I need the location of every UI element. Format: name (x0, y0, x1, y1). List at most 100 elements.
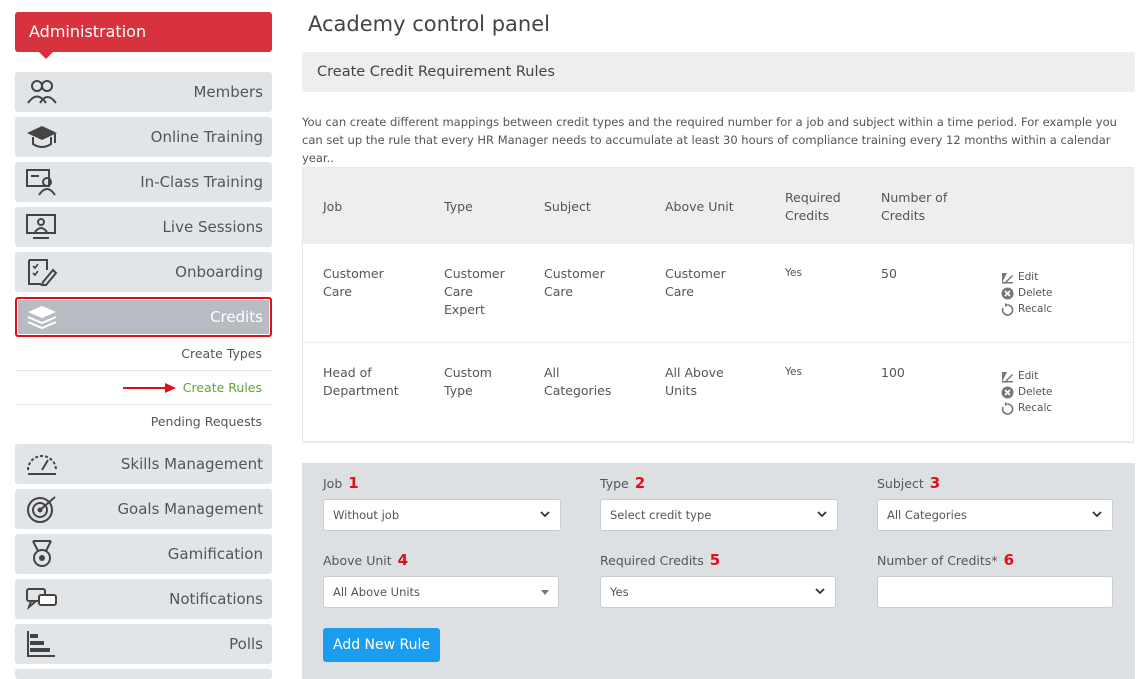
edit-icon (1002, 371, 1013, 383)
row-actions: Edit Delete Recalc (1001, 368, 1053, 416)
table-row: Head of Department Custom Type All Categ… (303, 343, 1133, 442)
sidebar-item-label: Credits (210, 308, 263, 326)
sidebar-item-label: Polls (229, 635, 263, 653)
sidebar-item-online-training[interactable]: Online Training (15, 117, 272, 157)
chevron-down-icon (540, 511, 550, 518)
section-title: Create Credit Requirement Rules (302, 52, 1135, 92)
annotation-number: 5 (709, 551, 721, 569)
sidebar-item-onboarding[interactable]: Onboarding (15, 252, 272, 292)
above-unit-select[interactable]: All Above Units (323, 576, 559, 608)
required-credits-select[interactable]: Yes (600, 576, 836, 608)
nav-list: Members Online Training In-Class Trainin… (15, 72, 272, 679)
subject-select[interactable]: All Categories (877, 499, 1113, 531)
cell-required: Yes (785, 267, 802, 279)
cell-above-unit: All Above Units (665, 364, 765, 400)
required-credits-label: Required Credits 5 (600, 550, 836, 570)
sidebar-item-label: Goals Management (117, 500, 263, 518)
label-text: Job (323, 476, 343, 491)
sidebar-item-members[interactable]: Members (15, 72, 272, 112)
delete-label: Delete (1018, 386, 1053, 398)
job-select[interactable]: Without job (323, 499, 561, 531)
submenu-create-rules[interactable]: Create Rules (15, 371, 272, 405)
cell-number: 50 (881, 266, 897, 281)
label-text: Number of Credits* (877, 553, 998, 568)
gauge-icon (27, 455, 57, 475)
add-rule-form: Job 1 Without job Type 2 Select credit typ… (302, 463, 1135, 679)
target-icon (27, 496, 56, 523)
subject-field: Subject 3 All Categories (877, 473, 1113, 531)
sidebar-item-label: In-Class Training (140, 173, 263, 191)
recalc-button[interactable]: Recalc (1001, 301, 1053, 317)
submenu-create-types[interactable]: Create Types (15, 337, 272, 371)
submenu-pending-requests[interactable]: Pending Requests (15, 405, 272, 439)
members-icon (27, 80, 57, 104)
sidebar-item-label: Onboarding (175, 263, 263, 281)
number-of-credits-field: Number of Credits* 6 (877, 550, 1113, 608)
sidebar-item-notifications[interactable]: Notifications (15, 579, 272, 619)
sidebar-item-in-class-training[interactable]: In-Class Training (15, 162, 272, 202)
type-field: Type 2 Select credit type (600, 473, 838, 531)
edit-icon (1002, 272, 1013, 284)
cell-line: Customer (665, 266, 726, 281)
cell-type: Customer Care Expert (444, 265, 534, 319)
sidebar-item-gamification[interactable]: Gamification (15, 534, 272, 574)
cell-line: Categories (544, 383, 612, 398)
admin-header[interactable]: Administration (15, 12, 272, 59)
caret-down-icon (541, 590, 549, 595)
checklist-icon (28, 259, 58, 286)
edit-label: Edit (1018, 271, 1039, 283)
cell-line: Customer (444, 266, 505, 281)
recalc-icon (1001, 401, 1014, 415)
type-label: Type 2 (600, 473, 838, 493)
edit-button[interactable]: Edit (1001, 368, 1053, 384)
sidebar-item-polls[interactable]: Polls (15, 624, 272, 664)
cell-line: Care (444, 284, 473, 299)
graduation-cap-icon (27, 126, 57, 148)
delete-icon (1001, 287, 1014, 299)
sidebar-item-label: Skills Management (120, 455, 263, 473)
sidebar-item-label: Gamification (167, 545, 263, 563)
type-select[interactable]: Select credit type (600, 499, 838, 531)
cell-required: Yes (785, 366, 802, 378)
layers-icon (27, 306, 57, 330)
sidebar-item-credits[interactable]: Credits (15, 297, 272, 337)
submenu-label: Create Rules (182, 380, 262, 395)
add-new-rule-button[interactable]: Add New Rule (323, 628, 440, 662)
live-session-icon (26, 214, 56, 239)
subject-label: Subject 3 (877, 473, 1113, 493)
cell-line: Head of (323, 365, 372, 380)
sidebar-item-live-sessions[interactable]: Live Sessions (15, 207, 272, 247)
delete-button[interactable]: Delete (1001, 285, 1053, 301)
cell-number: 100 (881, 365, 905, 380)
header-line: Credits (785, 208, 830, 223)
chevron-down-icon (815, 588, 825, 595)
header-type: Type (444, 199, 473, 214)
select-value: Yes (610, 585, 629, 599)
number-of-credits-input[interactable] (877, 576, 1113, 608)
cell-line: Units (665, 383, 697, 398)
required-credits-field: Required Credits 5 Yes (600, 550, 836, 608)
label-text: Required Credits (600, 553, 704, 568)
sidebar-item-skills-management[interactable]: Skills Management (15, 444, 272, 484)
label-text: Type (600, 476, 629, 491)
delete-label: Delete (1018, 287, 1053, 299)
recalc-icon (1001, 302, 1014, 316)
sidebar-item-goals-management[interactable]: Goals Management (15, 489, 272, 529)
cell-line: Care (544, 284, 573, 299)
edit-label: Edit (1018, 370, 1039, 382)
job-field: Job 1 Without job (323, 473, 561, 531)
table-row: Customer Care Customer Care Expert Custo… (303, 244, 1133, 343)
classroom-icon (26, 169, 56, 196)
medal-icon (32, 540, 52, 567)
select-value: Select credit type (610, 508, 712, 522)
bar-chart-icon (27, 631, 55, 657)
edit-button[interactable]: Edit (1001, 269, 1053, 285)
cell-line: Care (323, 284, 352, 299)
chat-bubbles-icon (26, 588, 57, 611)
delete-button[interactable]: Delete (1001, 384, 1053, 400)
sidebar-item-partial[interactable] (15, 669, 272, 679)
cell-subject: All Categories (544, 364, 644, 400)
cell-line: Expert (444, 302, 485, 317)
recalc-button[interactable]: Recalc (1001, 400, 1053, 416)
cell-line: All (544, 365, 560, 380)
